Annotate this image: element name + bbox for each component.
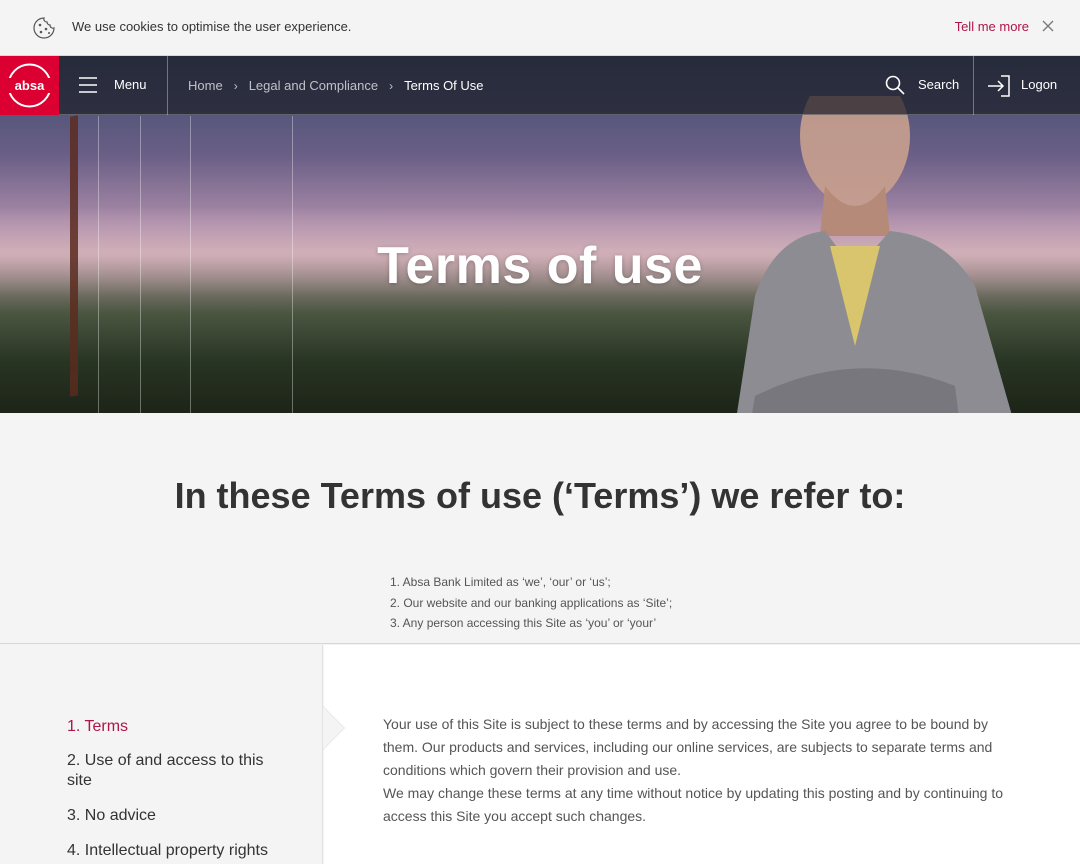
hamburger-icon: [79, 77, 97, 93]
terms-section-nav: 1. Terms 2. Use of and access to this si…: [0, 645, 323, 864]
intro-heading: In these Terms of use (‘Terms’) we refer…: [174, 475, 906, 516]
section-link-no-advice[interactable]: 3. No advice: [67, 806, 287, 826]
login-icon: [988, 75, 1010, 97]
active-section-pointer-fill: [323, 707, 344, 749]
definitions-list: 1. Absa Bank Limited as ‘we’, ‘our’ or ‘…: [390, 572, 672, 634]
breadcrumb-current: Terms Of Use: [404, 78, 484, 93]
breadcrumb-home[interactable]: Home: [188, 78, 223, 93]
cookie-message: We use cookies to optimise the user expe…: [72, 19, 352, 34]
chevron-right-icon: ›: [233, 78, 238, 93]
menu-button[interactable]: Menu: [59, 56, 168, 115]
breadcrumb: Home › Legal and Compliance › Terms Of U…: [188, 78, 484, 93]
search-icon: [885, 75, 905, 95]
section-link-terms[interactable]: 1. Terms: [67, 717, 287, 737]
terms-paragraph: We may change these terms at any time wi…: [383, 785, 1003, 824]
list-item: 1. Absa Bank Limited as ‘we’, ‘our’ or ‘…: [390, 575, 611, 589]
absa-logo[interactable]: absa: [0, 56, 59, 115]
page-title: Terms of use: [377, 237, 703, 295]
chevron-right-icon: ›: [389, 78, 394, 93]
cookie-icon: [33, 17, 55, 39]
cookie-banner: We use cookies to optimise the user expe…: [0, 0, 1080, 56]
section-link-use-and-access[interactable]: 2. Use of and access to this site: [67, 751, 287, 791]
logon-button[interactable]: Logon: [975, 56, 1080, 115]
close-icon[interactable]: [1042, 20, 1054, 32]
absa-logo-icon: absa: [6, 63, 53, 108]
list-item: 2. Our website and our banking applicati…: [390, 595, 673, 610]
search-label: Search: [918, 77, 960, 92]
section-link-intellectual-property[interactable]: 4. Intellectual property rights: [67, 841, 287, 861]
list-item: 3. Any person accessing this Site as ‘yo…: [390, 616, 657, 630]
top-navigation: absa Menu Home › Legal and Compliance › …: [0, 56, 1080, 115]
menu-label: Menu: [114, 77, 147, 92]
search-button[interactable]: Search: [880, 56, 974, 115]
svg-text:absa: absa: [15, 78, 45, 93]
tell-me-more-link[interactable]: Tell me more: [955, 19, 1029, 34]
terms-paragraph: Your use of this Site is subject to thes…: [383, 716, 993, 778]
intro-section: In these Terms of use (‘Terms’) we refer…: [0, 413, 1080, 644]
logon-label: Logon: [1021, 77, 1058, 92]
breadcrumb-legal-compliance[interactable]: Legal and Compliance: [249, 78, 378, 93]
